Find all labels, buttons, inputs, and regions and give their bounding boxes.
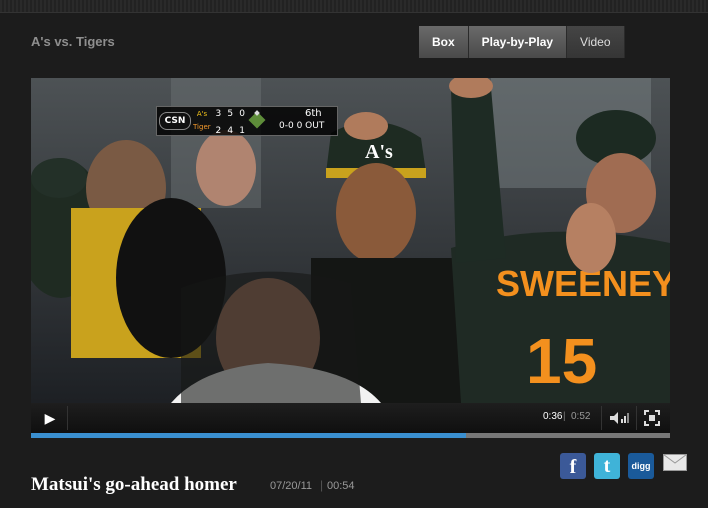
video-tabs: Box Play-by-Play Video: [419, 26, 625, 58]
scorebug-row-home: Tigers 2 4 1: [193, 121, 247, 136]
time-separator: |: [563, 411, 566, 422]
away-errors: 0: [239, 109, 245, 119]
video-frame[interactable]: A's SWEENEY 15 CSN A's 3 5 0 Tiger 2 4 1…: [31, 78, 670, 403]
game-title: A's vs. Tigers: [31, 34, 115, 49]
network-logo: CSN: [159, 112, 191, 130]
digg-icon: digg: [631, 461, 651, 471]
inning: 6th: [305, 108, 322, 119]
tab-video[interactable]: Video: [567, 26, 625, 58]
current-time: 0:36: [543, 411, 563, 422]
volume-icon[interactable]: [608, 410, 630, 426]
jersey-number: 15: [526, 325, 597, 397]
bases-diamond-icon: [248, 110, 266, 129]
home-runs: 2: [215, 126, 222, 136]
count-value: 0-0: [279, 121, 294, 131]
progress-fill: [31, 433, 466, 438]
top-border: [0, 0, 708, 13]
progress-bar[interactable]: [31, 433, 670, 438]
divider: [67, 406, 68, 430]
player-controls: ▶ 0:36 | 0:52: [31, 403, 670, 433]
clip-date: 07/20/11: [270, 480, 313, 492]
video-image: A's SWEENEY 15: [31, 78, 670, 403]
scorebug: CSN A's 3 5 0 Tigers 2 4 1 6th 0-0 0 OUT: [156, 106, 338, 136]
home-errors: 1: [239, 126, 245, 136]
play-icon[interactable]: ▶: [37, 408, 63, 428]
twitter-share-button[interactable]: t: [594, 453, 620, 479]
pitch-count: 0-0 0 OUT: [279, 121, 324, 131]
facebook-share-button[interactable]: f: [560, 453, 586, 479]
digg-share-button[interactable]: digg: [628, 453, 654, 479]
away-runs: 3: [215, 109, 222, 119]
total-time: 0:52: [571, 411, 591, 422]
home-team-abbr: Tigers: [193, 123, 211, 131]
outs-value: 0 OUT: [296, 121, 325, 131]
home-hits: 4: [227, 126, 234, 136]
cap-logo: A's: [365, 141, 393, 163]
fullscreen-icon[interactable]: [644, 410, 660, 426]
tab-box[interactable]: Box: [419, 26, 469, 58]
facebook-icon: f: [569, 456, 577, 478]
email-icon[interactable]: [663, 454, 687, 471]
clip-duration: 00:54: [327, 480, 355, 492]
tab-play-by-play[interactable]: Play-by-Play: [468, 26, 568, 58]
clip-title: Matsui's go-ahead homer: [31, 474, 237, 495]
divider: [636, 406, 637, 430]
away-team-abbr: A's: [196, 110, 208, 118]
scorebug-row-away: A's 3 5 0: [193, 108, 247, 120]
twitter-icon: t: [603, 455, 611, 477]
away-hits: 5: [227, 109, 234, 119]
video-player[interactable]: A's SWEENEY 15 CSN A's 3 5 0 Tiger 2 4 1…: [31, 78, 670, 438]
clip-separator: |: [320, 478, 324, 492]
divider: [601, 406, 602, 430]
